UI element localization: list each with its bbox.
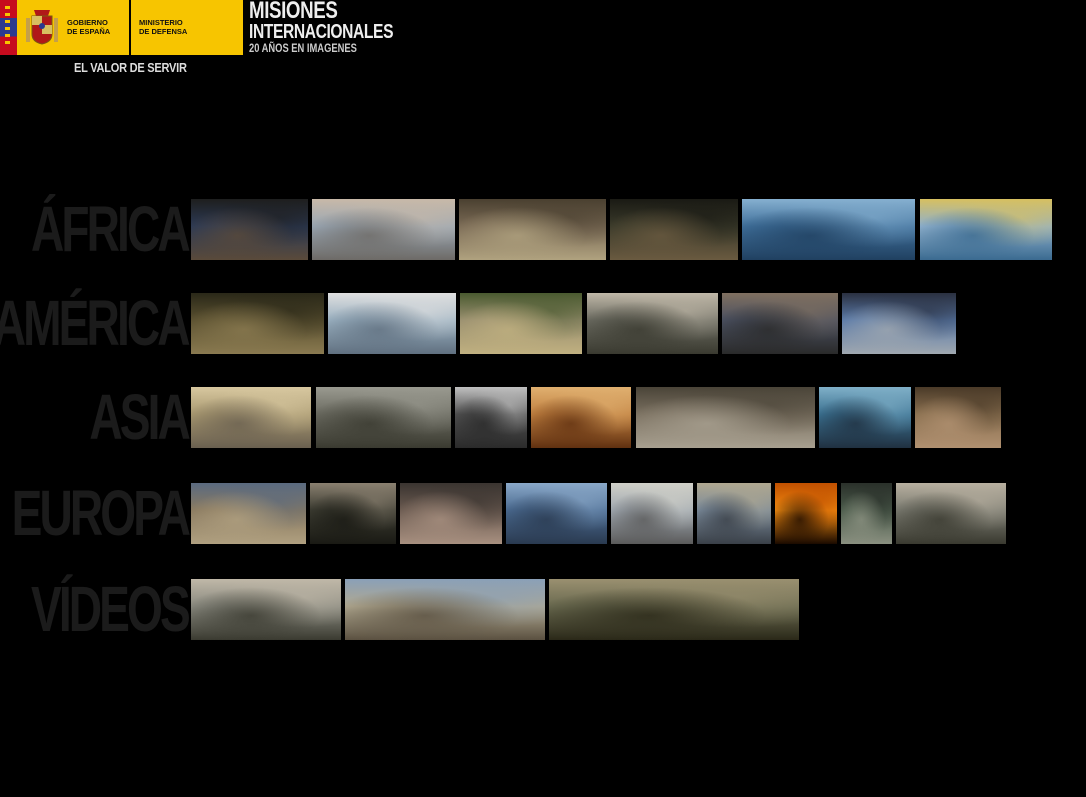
- thumb-shading: [400, 483, 502, 544]
- thumb-bridge-soldier-photo[interactable]: [697, 483, 771, 544]
- spain-flag-icon: [0, 0, 17, 55]
- thumb-naval-vessel-photo[interactable]: [328, 293, 456, 354]
- thumb-shading: [842, 293, 956, 354]
- thumb-soldiers-map-photo[interactable]: [455, 387, 527, 448]
- thumb-soldiers-patrol-photo[interactable]: [722, 293, 838, 354]
- thumb-armored-vehicle-photo[interactable]: [506, 483, 607, 544]
- ministerio-label: MINISTERIO DE DEFENSA: [139, 18, 187, 36]
- thumb-aircraft-troops-photo[interactable]: [191, 579, 341, 640]
- thumb-shading: [345, 579, 545, 640]
- thumb-officer-portrait-photo[interactable]: [841, 483, 892, 544]
- gobierno-line1: GOBIERNO: [67, 18, 108, 27]
- site-title-line1: MISIONES: [249, 0, 338, 24]
- thumb-soldier-field-photo[interactable]: [191, 293, 324, 354]
- thumb-shading: [328, 293, 456, 354]
- thumb-shading: [742, 199, 915, 260]
- thumb-shading: [611, 483, 693, 544]
- thumb-shading: [722, 293, 838, 354]
- thumb-shading: [549, 579, 799, 640]
- thumb-troops-formation-photo[interactable]: [316, 387, 451, 448]
- thumb-sunset-silhouette-photo[interactable]: [775, 483, 837, 544]
- ministerio-line2: DE DEFENSA: [139, 27, 188, 36]
- thumb-shading: [915, 387, 1001, 448]
- thumb-soldiers-desert-photo[interactable]: [460, 293, 582, 354]
- thumb-soldier-kneel-photo[interactable]: [915, 387, 1001, 448]
- thumb-ship-sea-photo[interactable]: [742, 199, 915, 260]
- thumb-shading: [191, 293, 324, 354]
- thumb-shading: [587, 293, 718, 354]
- thumb-shading: [191, 579, 341, 640]
- slogan: EL VALOR DE SERVIR: [74, 60, 187, 75]
- gobierno-logo[interactable]: GOBIERNO DE ESPAÑA MINISTERIO DE DEFENSA: [0, 0, 243, 55]
- thumb-shading: [191, 387, 311, 448]
- site-title-line2: INTERNACIONALES: [249, 21, 394, 43]
- thumb-shading: [920, 199, 1052, 260]
- thumb-shading: [460, 293, 582, 354]
- thumb-soldiers-local-photo[interactable]: [459, 199, 606, 260]
- thumb-soldiers-group-photo[interactable]: [549, 579, 799, 640]
- thumb-shading: [697, 483, 771, 544]
- region-label-africa[interactable]: ÁFRICA: [31, 197, 191, 261]
- thumb-shading: [531, 387, 631, 448]
- thumb-shading: [636, 387, 815, 448]
- site-title-line3: 20 AÑOS EN IMAGENES: [249, 41, 357, 55]
- region-label-asia[interactable]: ASIA: [89, 385, 190, 449]
- thumb-mostar-bridge-photo[interactable]: [345, 579, 545, 640]
- thumb-shading: [316, 387, 451, 448]
- site-title[interactable]: MISIONES INTERNACIONALES 20 AÑOS EN IMAG…: [249, 0, 393, 54]
- thumb-shading: [312, 199, 455, 260]
- thumb-shading: [310, 483, 396, 544]
- thumb-troops-crowd-photo[interactable]: [191, 199, 308, 260]
- thumb-shading: [191, 199, 308, 260]
- thumb-aircraft-sky-photo[interactable]: [312, 199, 455, 260]
- gobierno-label: GOBIERNO DE ESPAÑA: [67, 18, 110, 36]
- thumb-soldier-closeup-photo[interactable]: [610, 199, 738, 260]
- thumb-shading: [459, 199, 606, 260]
- coat-of-arms-icon: [26, 10, 58, 45]
- thumb-boat-harbor-photo[interactable]: [920, 199, 1052, 260]
- region-label-europa[interactable]: EUROPA: [12, 481, 191, 545]
- logo-divider: [129, 0, 131, 55]
- ministerio-line1: MINISTERIO: [139, 18, 183, 27]
- region-label-america[interactable]: AMÉRICA: [0, 291, 191, 355]
- thumb-shading: [775, 483, 837, 544]
- thumb-shading: [506, 483, 607, 544]
- thumb-desert-landscape-photo[interactable]: [191, 387, 311, 448]
- thumb-ruins-soldier-photo[interactable]: [400, 483, 502, 544]
- thumb-shading: [610, 199, 738, 260]
- thumb-bluehelmets-photo[interactable]: [842, 293, 956, 354]
- thumb-shading: [191, 483, 306, 544]
- region-label-videos[interactable]: VÍDEOS: [31, 577, 191, 641]
- thumb-helmet-soldier-photo[interactable]: [310, 483, 396, 544]
- thumb-shading: [455, 387, 527, 448]
- thumb-crowd-street-photo[interactable]: [587, 293, 718, 354]
- thumb-coast-boats-photo[interactable]: [819, 387, 911, 448]
- thumb-child-food-photo[interactable]: [531, 387, 631, 448]
- thumb-shading: [819, 387, 911, 448]
- thumb-jeeps-photo[interactable]: [896, 483, 1006, 544]
- thumb-soldier-child-photo[interactable]: [191, 483, 306, 544]
- thumb-shading: [896, 483, 1006, 544]
- gobierno-line2: DE ESPAÑA: [67, 27, 111, 36]
- thumb-convoy-photo[interactable]: [636, 387, 815, 448]
- thumb-tower-ruins-photo[interactable]: [611, 483, 693, 544]
- thumb-shading: [841, 483, 892, 544]
